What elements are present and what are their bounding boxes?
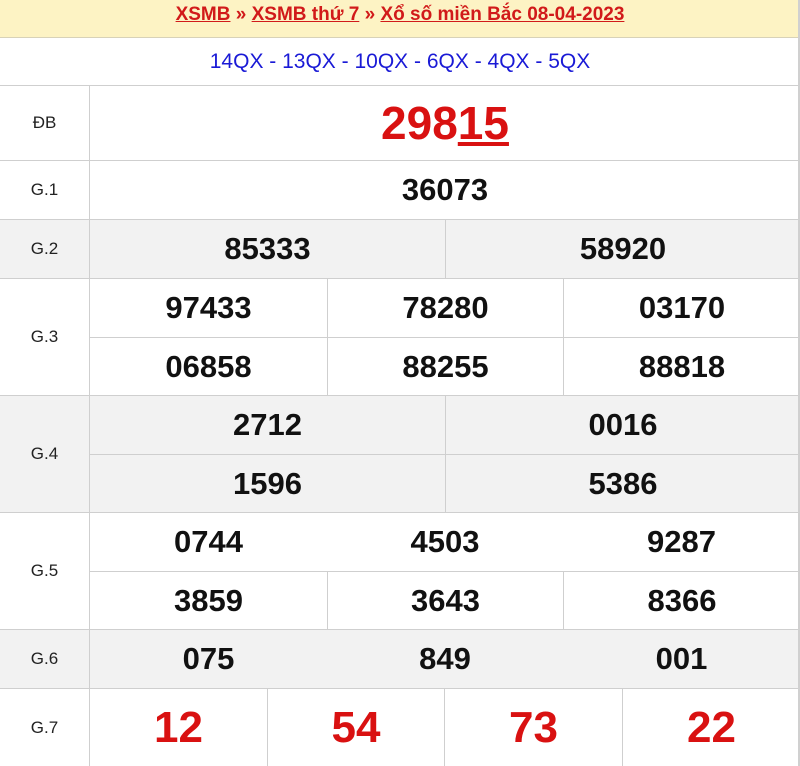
breadcrumb-separator: » (359, 4, 381, 25)
prize-label-g1: G.1 (0, 161, 90, 219)
prize-5-value: 4503 (410, 524, 480, 559)
results-page: XSMB » XSMB thứ 7 » Xổ số miền Bắc 08-04… (0, 0, 800, 766)
prize-3-value: 03170 (563, 279, 800, 337)
prize-3-value: 97433 (165, 290, 252, 325)
prize-label-g3: G.3 (0, 279, 90, 395)
prize-5-value: 8366 (563, 571, 800, 630)
prize-7-value: 73 (444, 689, 622, 766)
breadcrumb-link-xsmb-thu7[interactable]: XSMB thứ 7 (252, 4, 360, 25)
row-prize-3: G.3 97433 78280 03170 06858 88255 88818 (0, 279, 800, 396)
special-prize-main: 298 (381, 97, 458, 149)
breadcrumb-separator: » (230, 4, 252, 25)
row-prize-1: G.1 36073 (0, 161, 800, 220)
row-prize-7: G.7 12 54 73 22 (0, 689, 800, 766)
special-prize-tail: 15 (457, 97, 509, 149)
prize-5-value: 3643 (327, 571, 563, 630)
prize-5-value: 0744 (174, 524, 243, 559)
row-prize-2: G.2 85333 58920 (0, 220, 800, 279)
prize-6-value: 849 (419, 641, 471, 676)
prize-label-g6: G.6 (0, 630, 90, 688)
prize-7-value: 22 (622, 689, 800, 766)
prize-4-value: 2712 (233, 407, 302, 442)
prize-2-value: 58920 (445, 220, 800, 278)
prize-label-db: ĐB (0, 86, 90, 160)
prize-4-value: 0016 (445, 396, 800, 454)
row-special-prize: ĐB 298 15 (0, 86, 800, 161)
breadcrumb-link-xsmb[interactable]: XSMB (176, 4, 231, 25)
prize-label-g7: G.7 (0, 689, 90, 766)
breadcrumb-link-date[interactable]: Xổ số miền Bắc 08-04-2023 (380, 4, 624, 25)
prize-3-value: 06858 (90, 337, 327, 396)
prize-4-value: 1596 (90, 454, 445, 513)
special-codes: 14QX - 13QX - 10QX - 6QX - 4QX - 5QX (0, 38, 800, 86)
prize-6-value: 075 (182, 641, 235, 676)
prize-label-g2: G.2 (0, 220, 90, 278)
prize-7-value: 54 (267, 689, 444, 766)
prize-4-value: 5386 (445, 454, 800, 513)
prize-3-value: 88818 (563, 337, 800, 396)
row-prize-5: G.5 0744 4503 9287 3859 3643 8366 (0, 513, 800, 630)
prize-1-value: 36073 (401, 172, 489, 207)
prize-7-value: 12 (154, 702, 203, 752)
prize-5-value: 3859 (90, 571, 327, 630)
prize-3-value: 88255 (327, 337, 563, 396)
special-prize-value: 298 15 (90, 86, 800, 160)
prize-label-g5: G.5 (0, 513, 90, 629)
prize-5-value: 9287 (647, 524, 716, 559)
prize-3-value: 78280 (327, 279, 563, 337)
prize-2-value: 85333 (224, 231, 311, 266)
row-prize-4: G.4 2712 0016 1596 5386 (0, 396, 800, 513)
breadcrumb: XSMB » XSMB thứ 7 » Xổ số miền Bắc 08-04… (0, 0, 800, 38)
prize-6-value: 001 (655, 641, 708, 676)
prize-label-g4: G.4 (0, 396, 90, 512)
row-prize-6: G.6 075 849 001 (0, 630, 800, 689)
